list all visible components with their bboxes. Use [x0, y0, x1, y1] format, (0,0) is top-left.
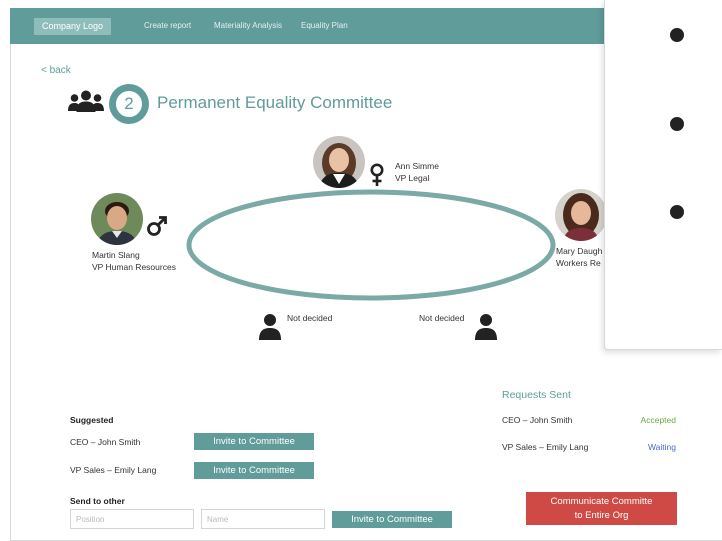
status-accepted: Accepted [640, 415, 676, 425]
avatar-mary[interactable] [555, 189, 607, 241]
request-row-label: CEO – John Smith [502, 415, 573, 425]
status-waiting: Waiting [647, 442, 676, 452]
button-line: to Entire Org [574, 510, 629, 521]
avatar-martin-slang[interactable] [91, 193, 143, 245]
name-input[interactable] [201, 509, 325, 529]
request-row-label: VP Sales – Emily Lang [502, 442, 589, 452]
bullet-dot [670, 28, 684, 42]
member-name: Ann Simme [395, 161, 439, 171]
member-role: Workers Re [556, 258, 601, 268]
send-other-heading: Send to other [70, 496, 125, 506]
requests-sent-heading: Requests Sent [502, 389, 571, 401]
not-decided-label: Not decided [287, 313, 333, 323]
overlay-panel[interactable] [604, 0, 722, 350]
button-line: Communicate Committe [550, 496, 653, 507]
bullet-dot [670, 205, 684, 219]
member-role: VP Human Resources [92, 262, 176, 272]
member-ann-simme: Ann Simme VP Legal [395, 160, 439, 184]
female-symbol-icon [370, 163, 384, 186]
bullet-dot [670, 117, 684, 131]
not-decided-label: Not decided [419, 313, 465, 323]
suggested-row-label: VP Sales – Emily Lang [70, 465, 157, 475]
person-placeholder-icon[interactable] [474, 313, 498, 341]
member-name: Martin Slang [92, 250, 140, 260]
avatar-ann-simme[interactable] [313, 136, 365, 188]
invite-button[interactable]: Invite to Committee [194, 462, 314, 479]
person-placeholder-icon[interactable] [258, 313, 282, 341]
suggested-heading: Suggested [70, 415, 114, 425]
communicate-committee-button[interactable]: Communicate Committe to Entire Org [526, 492, 677, 525]
suggested-row-label: CEO – John Smith [70, 437, 141, 447]
invite-button[interactable]: Invite to Committee [194, 433, 314, 450]
member-role: VP Legal [395, 173, 430, 183]
invite-other-button[interactable]: Invite to Committee [332, 511, 452, 528]
male-symbol-icon [147, 216, 167, 236]
position-input[interactable] [70, 509, 194, 529]
member-martin-slang: Martin Slang VP Human Resources [92, 249, 176, 273]
member-mary: Mary Daugh Workers Re [556, 245, 602, 269]
member-name: Mary Daugh [556, 246, 603, 256]
